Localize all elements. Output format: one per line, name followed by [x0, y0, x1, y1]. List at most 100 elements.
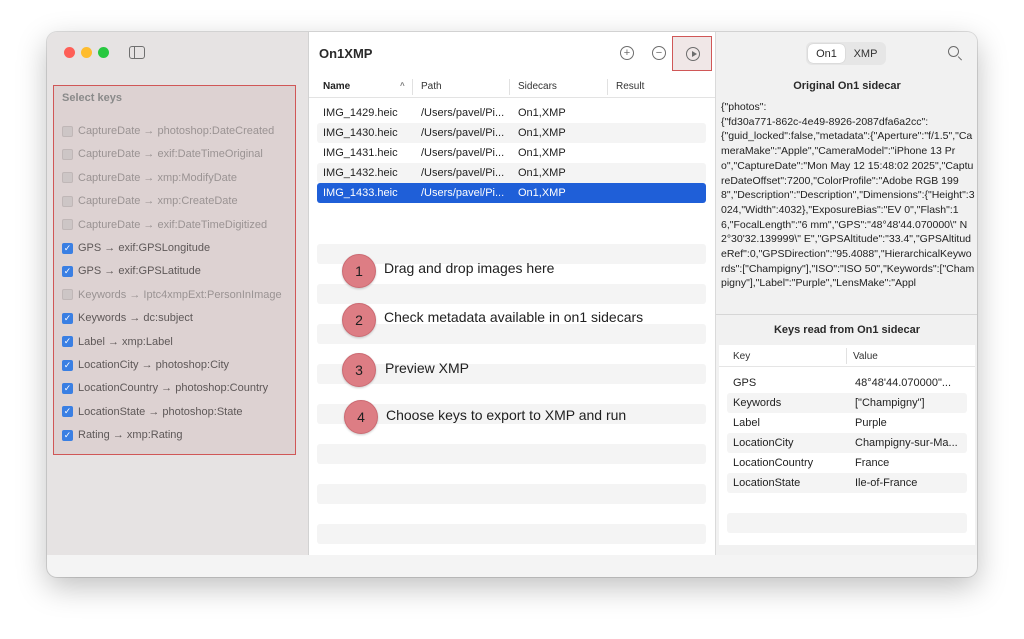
zoom-window-button[interactable]: [98, 47, 109, 58]
cell-name: IMG_1433.heic: [323, 187, 398, 199]
cell-name: IMG_1432.heic: [323, 167, 398, 179]
file-row[interactable]: IMG_1433.heic/Users/pavel/Pi... On1,XMP: [317, 183, 706, 203]
column-separator: [412, 79, 413, 95]
key-value-row[interactable]: LocationCountry France: [727, 453, 967, 473]
file-row[interactable]: IMG_1431.heic/Users/pavel/Pi... On1,XMP: [317, 143, 706, 163]
cell-sidecars: On1,XMP: [518, 107, 566, 119]
close-window-button[interactable]: [64, 47, 75, 58]
column-value[interactable]: Value: [853, 351, 878, 362]
key-checkbox[interactable]: [62, 289, 73, 301]
key-label: Rating → xmp:Rating: [78, 429, 183, 442]
sidecar-segmented-control: On1 XMP: [806, 42, 886, 65]
inspector-pane: On1 XMP Original On1 sidecar {"photos": …: [715, 32, 977, 555]
app-title: On1XMP: [319, 46, 373, 61]
cell-name: IMG_1430.heic: [323, 127, 398, 139]
run-button-highlight: [672, 36, 712, 71]
original-sidecar-view[interactable]: {"photos": {"fd30a771-862c-4e49-8926-208…: [717, 96, 977, 312]
key-option[interactable]: ✓ Label → xmp:Label: [62, 333, 173, 351]
file-list-pane: On1XMP + − Name ^ Path Sidecars Result I…: [309, 32, 715, 555]
key-checkbox[interactable]: ✓: [62, 265, 73, 277]
sidebar-toggle-icon[interactable]: [129, 46, 145, 59]
key-value-row[interactable]: GPS 48°48'44.070000"...: [727, 373, 967, 393]
step-2-badge: 2: [342, 303, 376, 337]
file-row[interactable]: IMG_1432.heic/Users/pavel/Pi... On1,XMP: [317, 163, 706, 183]
key-option[interactable]: ✓ LocationCity → photoshop:City: [62, 356, 229, 374]
segment-on1[interactable]: On1: [808, 44, 845, 63]
kv-value: Ile-of-France: [855, 477, 918, 489]
kv-key: LocationCity: [733, 437, 794, 449]
step-4-badge: 4: [344, 400, 378, 434]
key-label: CaptureDate → photoshop:DateCreated: [78, 125, 275, 137]
sort-ascending-icon: ^: [400, 81, 405, 90]
kv-key: GPS: [733, 377, 757, 389]
column-key[interactable]: Key: [733, 351, 750, 362]
key-option[interactable]: ✓ GPS → exif:GPSLongitude: [62, 239, 210, 257]
key-checkbox[interactable]: ✓: [62, 382, 73, 394]
file-row[interactable]: IMG_1430.heic/Users/pavel/Pi... On1,XMP: [317, 123, 706, 143]
run-button[interactable]: [686, 47, 700, 61]
search-icon[interactable]: [948, 46, 959, 57]
remove-files-button[interactable]: −: [652, 46, 666, 60]
key-checkbox[interactable]: [62, 219, 73, 231]
checkmark-icon: ✓: [63, 359, 72, 370]
key-value-row[interactable]: LocationCity Champigny-sur-Ma...: [727, 433, 967, 453]
key-value-row[interactable]: LocationState Ile-of-France: [727, 473, 967, 493]
key-checkbox[interactable]: ✓: [62, 312, 73, 324]
cell-path: /Users/pavel/Pi...: [421, 147, 505, 159]
cell-sidecars: On1,XMP: [518, 127, 566, 139]
key-checkbox[interactable]: ✓: [62, 242, 73, 254]
key-option[interactable]: CaptureDate → exif:DateTimeDigitized: [62, 216, 267, 234]
kv-key: Label: [733, 417, 760, 429]
column-name[interactable]: Name: [323, 81, 350, 92]
key-label: Keywords → Iptc4xmpExt:PersonInImage: [78, 288, 282, 301]
checkmark-icon: ✓: [63, 336, 72, 347]
segment-xmp[interactable]: XMP: [847, 44, 884, 63]
key-checkbox[interactable]: [62, 148, 73, 160]
column-result[interactable]: Result: [616, 81, 644, 92]
key-label: GPS → exif:GPSLatitude: [78, 265, 201, 278]
minimize-window-button[interactable]: [81, 47, 92, 58]
key-option[interactable]: ✓ Rating → xmp:Rating: [62, 426, 183, 444]
key-checkbox[interactable]: ✓: [62, 359, 73, 371]
key-option[interactable]: CaptureDate → xmp:ModifyDate: [62, 169, 237, 187]
file-row[interactable]: IMG_1429.heic/Users/pavel/Pi... On1,XMP: [317, 103, 706, 123]
kv-value: Purple: [855, 417, 887, 429]
key-option[interactable]: ✓ LocationCountry → photoshop:Country: [62, 379, 268, 397]
cell-path: /Users/pavel/Pi...: [421, 187, 505, 199]
key-checkbox[interactable]: ✓: [62, 429, 73, 441]
kv-value: 48°48'44.070000"...: [855, 377, 952, 389]
kv-value: ["Champigny"]: [855, 397, 925, 409]
original-sidecar-title: Original On1 sidecar: [793, 80, 901, 92]
key-value-row[interactable]: Keywords ["Champigny"]: [727, 393, 967, 413]
key-checkbox[interactable]: [62, 172, 73, 184]
key-option[interactable]: ✓ GPS → exif:GPSLatitude: [62, 262, 201, 280]
key-checkbox[interactable]: ✓: [62, 336, 73, 348]
column-separator: [607, 79, 608, 95]
pane-divider[interactable]: [716, 314, 977, 315]
key-option[interactable]: Keywords → Iptc4xmpExt:PersonInImage: [62, 286, 282, 304]
step-1-text: Drag and drop images here: [384, 260, 555, 276]
file-table-header: Name ^ Path Sidecars Result: [309, 76, 715, 98]
add-files-button[interactable]: +: [620, 46, 634, 60]
key-option[interactable]: CaptureDate → photoshop:DateCreated: [62, 122, 274, 140]
column-sidecars[interactable]: Sidecars: [518, 81, 557, 92]
empty-row: [317, 284, 706, 304]
key-checkbox[interactable]: ✓: [62, 406, 73, 418]
column-path[interactable]: Path: [421, 81, 442, 92]
key-option[interactable]: ✓ LocationState → photoshop:State: [62, 403, 243, 421]
kv-key: LocationState: [733, 477, 801, 489]
key-label: LocationState → photoshop:State: [78, 405, 243, 418]
key-option[interactable]: CaptureDate → exif:DateTimeOriginal: [62, 145, 263, 163]
key-option[interactable]: ✓ Keywords → dc:subject: [62, 309, 193, 327]
empty-row: [317, 524, 706, 544]
minus-icon: −: [655, 46, 663, 59]
cell-name: IMG_1431.heic: [323, 147, 398, 159]
key-checkbox[interactable]: [62, 195, 73, 207]
key-value-row[interactable]: Label Purple: [727, 413, 967, 433]
cell-sidecars: On1,XMP: [518, 167, 566, 179]
step-1-badge: 1: [342, 254, 376, 288]
key-checkbox[interactable]: [62, 125, 73, 137]
key-option[interactable]: CaptureDate → xmp:CreateDate: [62, 192, 238, 210]
checkmark-icon: ✓: [63, 242, 72, 253]
cell-sidecars: On1,XMP: [518, 187, 566, 199]
